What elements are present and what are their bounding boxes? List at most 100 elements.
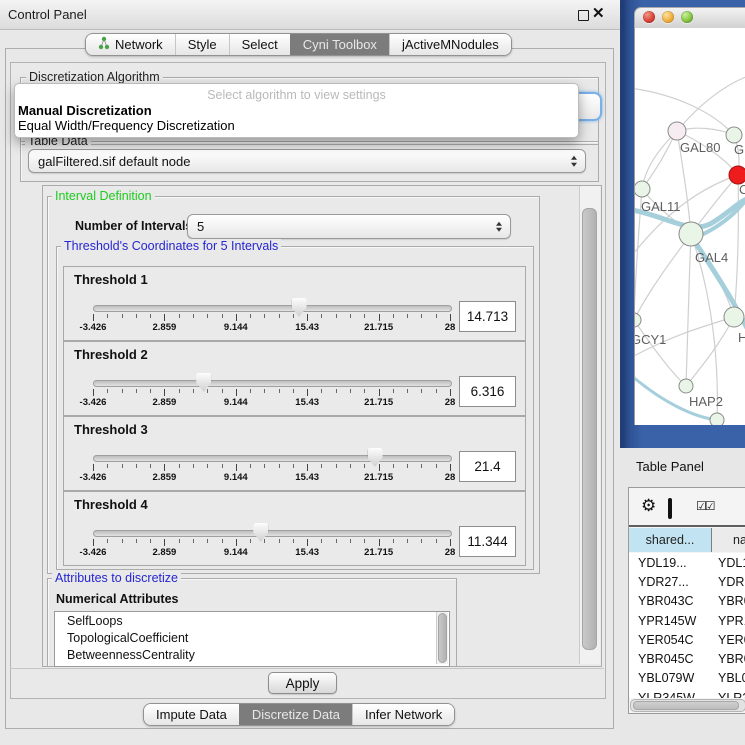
- network-node-h[interactable]: [724, 307, 744, 327]
- num-intervals-combobox[interactable]: 5: [187, 214, 511, 239]
- table-row[interactable]: YLR345WYLR3: [629, 688, 745, 698]
- network-edge[interactable]: [642, 131, 677, 189]
- threshold-3-value-field[interactable]: 21.4: [459, 451, 516, 482]
- cell-shared-name[interactable]: YBR043C: [629, 594, 712, 608]
- table-header-topline: [629, 525, 745, 527]
- cell-name[interactable]: YBR0: [712, 594, 745, 608]
- tab-jactivemnodules[interactable]: jActiveMNodules: [389, 34, 511, 55]
- threshold-3-slider-track[interactable]: [93, 455, 452, 462]
- control-panel-titlebar: [0, 0, 620, 30]
- cell-name[interactable]: YDR2: [712, 575, 745, 589]
- table-row[interactable]: YDR27...YDR2: [629, 572, 745, 591]
- zoom-window-icon[interactable]: [681, 11, 693, 23]
- tab-infer-network[interactable]: Infer Network: [352, 704, 454, 725]
- network-edge[interactable]: [635, 320, 686, 386]
- network-node-hap2[interactable]: [679, 379, 693, 393]
- network-node-label: GAL4: [695, 250, 728, 265]
- bottom-tabbar: Impute Data Discretize Data Infer Networ…: [143, 703, 455, 726]
- threshold-4-value-field[interactable]: 11.344: [459, 526, 516, 557]
- cell-name[interactable]: YDL1: [712, 556, 745, 570]
- table-row[interactable]: YBR045CYBR0: [629, 649, 745, 668]
- network-node-gal80[interactable]: [668, 122, 686, 140]
- cell-shared-name[interactable]: YBR045C: [629, 652, 712, 666]
- attributes-list-scrollbar-thumb[interactable]: [438, 613, 447, 663]
- table-row[interactable]: YDL19...YDL1: [629, 553, 745, 572]
- cell-name[interactable]: YER0: [712, 633, 745, 647]
- table-settings-button[interactable]: ⚙: [641, 497, 656, 516]
- split-panes-button[interactable]: [668, 500, 672, 518]
- cell-name[interactable]: YBR0: [712, 652, 745, 666]
- table-hscrollbar-thumb[interactable]: [633, 701, 739, 710]
- cell-name[interactable]: YBL0: [712, 671, 745, 685]
- close-window-icon[interactable]: [643, 11, 655, 23]
- tab-style[interactable]: Style: [175, 34, 229, 55]
- attributes-group-title: Attributes to discretize: [52, 571, 181, 585]
- network-canvas[interactable]: GAL80GCGAL11GAL4GCY1HHAP2: [634, 28, 745, 425]
- tab-network[interactable]: Network: [86, 34, 175, 55]
- apply-button[interactable]: Apply: [268, 672, 337, 694]
- network-node-gal11[interactable]: [635, 181, 650, 197]
- network-node-gcy1[interactable]: [635, 313, 641, 327]
- threshold-2-value-field[interactable]: 6.316: [459, 376, 516, 407]
- panel-title: Control Panel: [8, 7, 87, 22]
- table-hscrollbar[interactable]: [630, 699, 745, 712]
- network-node-label: G: [734, 142, 744, 157]
- threshold-1-row: Threshold 1 -3.4262.8599.14415.4321.7152…: [63, 266, 526, 341]
- table-row[interactable]: YPR145WYPR1: [629, 611, 745, 630]
- cell-shared-name[interactable]: YBL079W: [629, 671, 712, 685]
- list-item[interactable]: BetweennessCentrality: [55, 646, 449, 663]
- divider: [10, 668, 604, 669]
- select-columns-button[interactable]: ☑☑: [696, 499, 714, 513]
- network-node-g[interactable]: [726, 127, 742, 143]
- cell-name[interactable]: YLR3: [712, 691, 745, 698]
- threshold-1-value-field[interactable]: 14.713: [459, 301, 516, 332]
- slider-tick-labels: -3.4262.8599.14415.4321.71528: [93, 547, 450, 559]
- float-window-icon[interactable]: [578, 10, 589, 21]
- slider-ticks: [93, 464, 450, 472]
- cell-shared-name[interactable]: YER054C: [629, 633, 712, 647]
- threshold-1-slider-track[interactable]: [93, 305, 452, 312]
- close-icon[interactable]: ✕: [592, 4, 605, 22]
- attributes-list-scrollbar[interactable]: [436, 612, 448, 664]
- table-row[interactable]: YER054CYER0: [629, 630, 745, 649]
- network-edge[interactable]: [734, 175, 738, 317]
- numerical-attributes-list[interactable]: SelfLoopsTopologicalCoefficientBetweenne…: [54, 611, 450, 667]
- table-panel-title: Table Panel: [636, 459, 704, 474]
- cell-shared-name[interactable]: YDL19...: [629, 556, 712, 570]
- tab-impute-data[interactable]: Impute Data: [144, 704, 239, 725]
- cell-shared-name[interactable]: YLR345W: [629, 691, 712, 698]
- network-node-label: H: [738, 330, 745, 345]
- network-node[interactable]: [710, 413, 724, 425]
- settings-vscrollbar-thumb[interactable]: [582, 208, 597, 650]
- table-rows[interactable]: YDL19...YDL1YDR27...YDR2YBR043CYBR0YPR14…: [629, 553, 745, 698]
- network-edge[interactable]: [635, 234, 691, 320]
- network-node-gal4[interactable]: [679, 222, 703, 246]
- slider-tick-labels: -3.4262.8599.14415.4321.71528: [93, 322, 450, 334]
- table-row[interactable]: YBL079WYBL0: [629, 669, 745, 688]
- tab-select[interactable]: Select: [229, 34, 290, 55]
- tab-cyni-toolbox[interactable]: Cyni Toolbox: [290, 34, 389, 55]
- table-data-combobox[interactable]: galFiltered.sif default node: [28, 149, 586, 173]
- column-header-shared[interactable]: shared...: [629, 528, 712, 552]
- table-row[interactable]: YBR043CYBR0: [629, 592, 745, 611]
- cell-shared-name[interactable]: YDR27...: [629, 575, 712, 589]
- slider-tick-labels: -3.4262.8599.14415.4321.71528: [93, 472, 450, 484]
- cell-shared-name[interactable]: YPR145W: [629, 614, 712, 628]
- threshold-2-slider-track[interactable]: [93, 380, 452, 387]
- column-header-name[interactable]: name: [712, 528, 745, 552]
- minimize-window-icon[interactable]: [662, 11, 674, 23]
- cell-name[interactable]: YPR1: [712, 614, 745, 628]
- tab-discretize-data[interactable]: Discretize Data: [239, 704, 352, 725]
- num-intervals-value: 5: [197, 219, 204, 234]
- network-icon: [98, 36, 110, 53]
- network-node-label: C: [739, 182, 745, 197]
- tab-network-label: Network: [115, 37, 163, 52]
- network-edge[interactable]: [686, 317, 734, 386]
- threshold-4-slider-track[interactable]: [93, 530, 452, 537]
- settings-vscrollbar[interactable]: [579, 186, 600, 664]
- list-item[interactable]: SelfLoops: [55, 612, 449, 629]
- list-item[interactable]: TopologicalCoefficient: [55, 629, 449, 646]
- popup-item-manual-discretization[interactable]: Manual Discretization: [18, 103, 152, 118]
- network-edge[interactable]: [686, 234, 691, 386]
- popup-item-equal-width-frequency[interactable]: Equal Width/Frequency Discretization: [18, 118, 235, 133]
